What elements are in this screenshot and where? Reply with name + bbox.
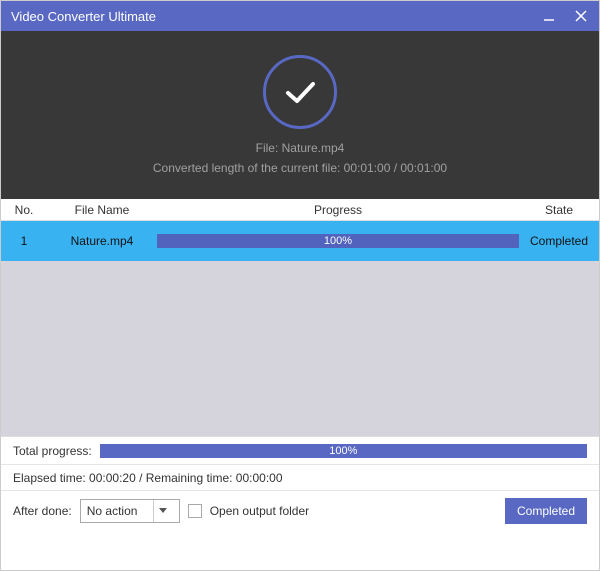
completed-button[interactable]: Completed — [505, 498, 587, 524]
row-progress-text: 100% — [324, 235, 352, 247]
total-progress-text: 100% — [329, 445, 357, 457]
titlebar: Video Converter Ultimate — [1, 1, 599, 31]
checkmark-icon — [280, 72, 320, 112]
after-done-label: After done: — [13, 504, 72, 518]
col-header-state: State — [519, 199, 599, 220]
completed-button-label: Completed — [517, 504, 575, 518]
total-progress-label: Total progress: — [13, 444, 92, 458]
col-header-name: File Name — [47, 199, 157, 220]
converted-length-label: Converted length of the current file: 00… — [153, 161, 447, 175]
minimize-icon — [543, 10, 555, 22]
footer-row: After done: No action Open output folder… — [1, 491, 599, 531]
table-row[interactable]: 1 Nature.mp4 100% Completed — [1, 221, 599, 261]
timing-row: Elapsed time: 00:00:20 / Remaining time:… — [1, 465, 599, 491]
table-body: 1 Nature.mp4 100% Completed — [1, 221, 599, 436]
timing-text: Elapsed time: 00:00:20 / Remaining time:… — [13, 471, 283, 485]
row-progress-bar: 100% — [157, 234, 519, 248]
total-progress-row: Total progress: 100% — [1, 437, 599, 465]
close-button[interactable] — [573, 8, 589, 24]
window: Video Converter Ultimate File: Nature.mp… — [0, 0, 600, 571]
after-done-dropdown[interactable]: No action — [80, 499, 180, 523]
minimize-button[interactable] — [541, 8, 557, 24]
cell-no: 1 — [1, 221, 47, 261]
cell-name: Nature.mp4 — [47, 221, 157, 261]
open-output-label: Open output folder — [210, 504, 309, 518]
window-title: Video Converter Ultimate — [11, 9, 541, 24]
dropdown-value: No action — [87, 504, 138, 518]
col-header-no: No. — [1, 199, 47, 220]
cell-state: Completed — [519, 221, 599, 261]
col-header-progress: Progress — [157, 199, 519, 220]
current-file-label: File: Nature.mp4 — [256, 141, 345, 155]
cell-progress: 100% — [157, 221, 519, 261]
window-controls — [541, 8, 589, 24]
success-indicator — [263, 55, 337, 129]
total-progress-bar: 100% — [100, 444, 587, 458]
close-icon — [574, 9, 588, 23]
table-header: No. File Name Progress State — [1, 199, 599, 221]
status-panel: File: Nature.mp4 Converted length of the… — [1, 31, 599, 199]
open-output-checkbox[interactable] — [188, 504, 202, 518]
chevron-down-icon — [153, 500, 173, 522]
bottom-panel: Total progress: 100% Elapsed time: 00:00… — [1, 436, 599, 531]
